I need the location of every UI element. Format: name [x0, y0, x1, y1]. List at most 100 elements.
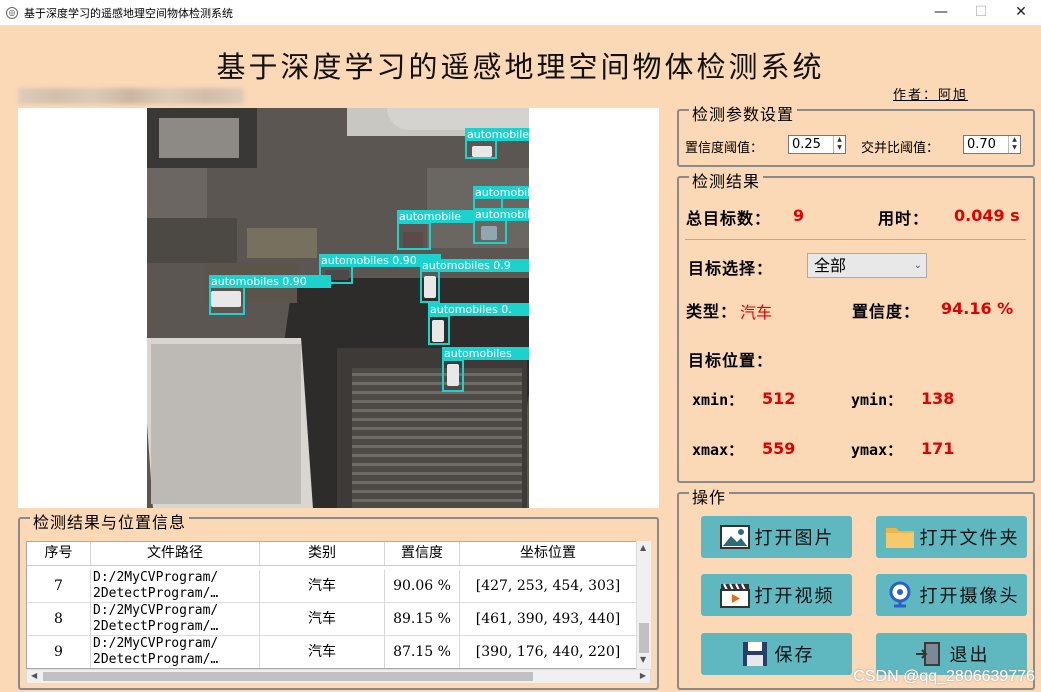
header-coords[interactable]: 坐标位置	[460, 542, 637, 565]
ymax-label: ymax：	[851, 441, 903, 459]
open-folder-label: 打开文件夹	[919, 528, 1020, 549]
image-view: automobiles automobiles automobile autom…	[18, 108, 659, 508]
open-video-button[interactable]: 打开视频	[701, 574, 852, 616]
path-line: D:/2MyCVProgram/	[93, 570, 219, 585]
header-confidence[interactable]: 置信度	[385, 542, 460, 565]
iou-threshold-spinbox[interactable]: 0.70 ▲ ▼	[963, 135, 1021, 154]
aerial-photo: automobiles automobiles automobile autom…	[147, 108, 529, 508]
table-legend: 检测结果与位置信息	[30, 509, 190, 533]
xmin-label: xmin：	[692, 391, 744, 409]
table-row[interactable]: 8 D:/2MyCVProgram/2DetectProgram/… 汽车 89…	[27, 603, 637, 636]
elapsed-time-value: 0.049 s	[954, 206, 1020, 225]
cell-path: D:/2MyCVProgram/2DetectProgram/…	[91, 570, 260, 602]
table-row[interactable]: 7 D:/2MyCVProgram/2DetectProgram/… 汽车 90…	[27, 570, 637, 603]
header-index[interactable]: 序号	[27, 542, 91, 565]
open-image-button[interactable]: 打开图片	[701, 516, 852, 558]
target-select-label: 目标选择：	[688, 259, 774, 278]
path-line: D:/2MyCVProgram/	[93, 636, 219, 651]
ymin-value: 138	[921, 389, 955, 408]
confidence-label: 置信度：	[852, 302, 921, 321]
cell-class: 汽车	[260, 636, 385, 668]
table-header: 序号 文件路径 类别 置信度 坐标位置	[27, 542, 637, 566]
params-legend: 检测参数设置	[689, 101, 798, 125]
open-camera-button[interactable]: 打开摄像头	[876, 574, 1027, 616]
cell-path: D:/2MyCVProgram/2DetectProgram/…	[91, 636, 260, 668]
header-class[interactable]: 类别	[260, 542, 385, 565]
exit-label: 退出	[949, 645, 990, 666]
cell-confidence: 89.15 %	[385, 603, 460, 635]
title-bar: ◎ 基于深度学习的遥感地理空间物体检测系统 — ☐ ✕	[0, 0, 1041, 26]
csdn-watermark: CSDN @qq_2806639776	[853, 668, 1035, 685]
result-legend: 检测结果	[689, 168, 764, 192]
detection-label: automobiles	[473, 186, 529, 199]
open-camera-label: 打开摄像头	[919, 586, 1020, 607]
conf-threshold-label: 置信度阈值：	[685, 141, 764, 156]
minimize-button[interactable]: —	[921, 0, 961, 26]
path-line: 2DetectProgram/…	[93, 652, 219, 667]
operations-legend: 操作	[689, 484, 730, 508]
header-path[interactable]: 文件路径	[91, 542, 260, 565]
open-video-label: 打开视频	[754, 586, 835, 607]
app-icon: ◎	[6, 6, 18, 19]
folder-icon	[884, 522, 916, 552]
path-line: D:/2MyCVProgram/	[93, 603, 219, 618]
chevron-down-icon: ⌄	[913, 260, 922, 271]
conf-threshold-value: 0.25	[792, 137, 821, 152]
cell-class: 汽车	[260, 570, 385, 602]
type-label: 类型：	[686, 302, 738, 321]
ymin-label: ymin：	[851, 391, 903, 409]
conf-threshold-spinbox[interactable]: 0.25 ▲ ▼	[788, 135, 846, 154]
detection-label: automobile	[397, 210, 475, 223]
exit-icon	[914, 639, 946, 669]
path-line: 2DetectProgram/…	[93, 586, 219, 601]
total-targets-label: 总目标数：	[686, 209, 772, 228]
detection-label: automobiles 0.90	[209, 275, 331, 288]
video-icon	[719, 580, 751, 610]
detection-label: automobiles 0.	[428, 303, 529, 316]
page-title: 基于深度学习的遥感地理空间物体检测系统	[216, 50, 825, 84]
cell-coords: [390, 176, 440, 220]	[460, 636, 637, 668]
elapsed-time-label: 用时：	[878, 209, 930, 228]
target-position-label: 目标位置：	[688, 351, 774, 370]
iou-threshold-label: 交并比阈值：	[861, 141, 940, 156]
xmax-label: xmax：	[692, 441, 744, 459]
cell-coords: [461, 390, 493, 440]	[460, 603, 637, 635]
save-button[interactable]: 保存	[701, 633, 852, 675]
camera-icon	[884, 580, 916, 610]
total-targets-value: 9	[793, 206, 805, 225]
confidence-value: 94.16 %	[941, 299, 1014, 318]
cell-index: 8	[27, 603, 91, 635]
divider	[685, 239, 1026, 240]
save-label: 保存	[774, 645, 815, 666]
save-icon	[739, 639, 771, 669]
cell-coords: [427, 253, 454, 303]	[460, 570, 637, 602]
cell-class: 汽车	[260, 603, 385, 635]
detection-label: automobiles	[465, 128, 529, 141]
author-label: 作者：阿旭	[893, 88, 969, 103]
target-select-value: 全部	[814, 256, 847, 275]
table-horizontal-scrollbar[interactable]: ◀ ▶	[26, 669, 651, 684]
xmax-value: 559	[762, 439, 796, 458]
iou-threshold-value: 0.70	[967, 137, 996, 152]
results-table[interactable]: 序号 文件路径 类别 置信度 坐标位置 7 D:/2MyCVProgram/2D…	[26, 541, 651, 669]
open-image-label: 打开图片	[754, 528, 835, 549]
close-button[interactable]: ✕	[1001, 0, 1041, 26]
spin-arrows-icon[interactable]: ▲ ▼	[833, 136, 845, 153]
cell-path: D:/2MyCVProgram/2DetectProgram/…	[91, 603, 260, 635]
cell-confidence: 90.06 %	[385, 570, 460, 602]
spin-arrows-icon[interactable]: ▲ ▼	[1008, 136, 1020, 153]
detection-label: automobiles 0.9	[420, 259, 529, 272]
table-vertical-scrollbar[interactable]: ▲ ▼	[636, 541, 651, 669]
cell-index: 9	[27, 636, 91, 668]
ymax-value: 171	[921, 439, 955, 458]
detection-label: automobile	[473, 208, 529, 221]
xmin-value: 512	[762, 389, 796, 408]
window-title: 基于深度学习的遥感地理空间物体检测系统	[24, 6, 233, 20]
blurred-watermark	[18, 88, 244, 104]
maximize-button[interactable]: ☐	[961, 0, 1001, 26]
target-select-dropdown[interactable]: 全部 ⌄	[807, 253, 927, 278]
detection-label: automobiles	[442, 347, 529, 360]
table-row[interactable]: 9 D:/2MyCVProgram/2DetectProgram/… 汽车 87…	[27, 636, 637, 668]
open-folder-button[interactable]: 打开文件夹	[876, 516, 1027, 558]
type-value: 汽车	[740, 303, 773, 322]
